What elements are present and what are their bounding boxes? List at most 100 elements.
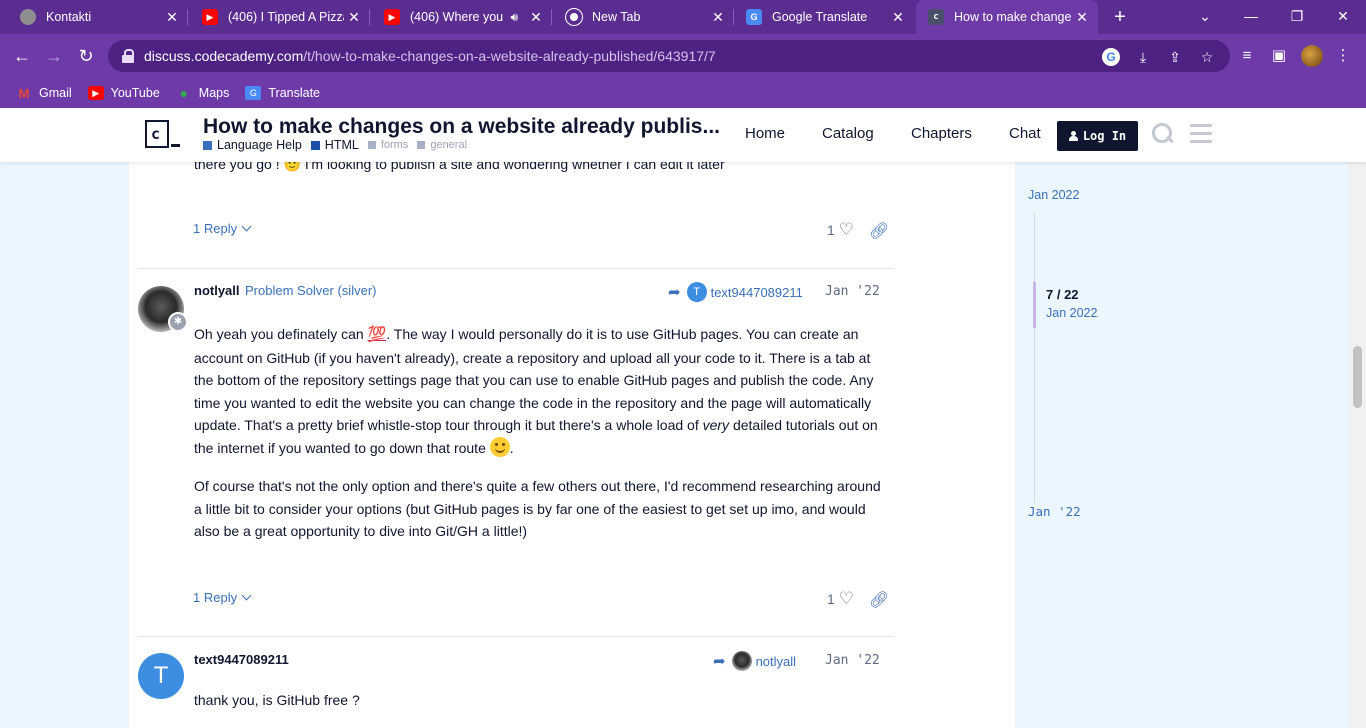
topic-title[interactable]: How to make changes on a website already… (203, 115, 723, 139)
browser-tab[interactable]: New Tab ✕ (554, 0, 734, 34)
close-tab-icon[interactable]: ✕ (708, 9, 728, 26)
reply-arrow-icon: ➦ (713, 653, 726, 670)
bookmark-maps[interactable]: ● Maps (176, 85, 230, 101)
close-tab-icon[interactable]: ✕ (1072, 9, 1092, 26)
like-button[interactable]: 1 ♡ (827, 589, 854, 609)
heart-icon: ♡ (838, 220, 855, 239)
reply-arrow-icon: ➦ (668, 284, 681, 301)
post-body-paragraph: thank you, is GitHub free ? (194, 692, 360, 708)
replies-toggle[interactable]: 1 Reply (193, 221, 252, 236)
youtube-icon: ▶ (202, 9, 218, 25)
google-lens-icon[interactable]: G (1102, 48, 1120, 66)
post-date[interactable]: Jan '22 (825, 284, 880, 299)
forward-button[interactable]: → (42, 44, 66, 68)
reply-to-tab[interactable]: ➦ T text9447089211 (668, 282, 803, 302)
chevron-down-icon (241, 221, 252, 232)
post-body-paragraph: Oh yeah you definately can 💯. The way I … (194, 326, 878, 457)
post-username[interactable]: text9447089211 (194, 652, 289, 667)
bookmark-gmail[interactable]: M Gmail (16, 85, 72, 101)
heart-icon: ♡ (838, 589, 855, 608)
scrollbar-thumb[interactable] (1353, 346, 1362, 408)
restore-button[interactable]: ❐ (1274, 0, 1320, 34)
youtube-icon: ▶ (87, 86, 104, 100)
avatar: T (686, 282, 707, 302)
hamburger-menu-icon[interactable] (1190, 124, 1212, 144)
url-text[interactable]: discuss.codecademy.com/t/how-to-make-cha… (144, 48, 716, 64)
avatar (731, 651, 752, 671)
share-link-icon[interactable]: 🔗︎ (869, 590, 889, 610)
translate-icon: G (245, 86, 262, 100)
audio-playing-icon[interactable]: 🔊︎ (510, 10, 518, 25)
lock-icon[interactable] (122, 49, 134, 63)
media-control-icon[interactable]: ≡ (1237, 46, 1257, 66)
badge-gear-icon: ✱ (168, 312, 188, 332)
site-header: c How to make changes on a website alrea… (0, 108, 1366, 162)
browser-toolbar: ← → ↻ discuss.codecademy.com/t/how-to-ma… (0, 34, 1366, 78)
browser-tab[interactable]: ▶ (406) I Tipped A Pizza ✕ (190, 0, 370, 34)
close-tab-icon[interactable]: ✕ (344, 9, 364, 26)
browser-tab[interactable]: ▶ (406) Where you 🔊︎ ✕ (372, 0, 552, 34)
new-tab-button[interactable]: + (1108, 5, 1132, 29)
login-button[interactable]: Log In (1057, 121, 1138, 151)
timeline-position-date: Jan 2022 (1046, 306, 1098, 320)
back-button[interactable]: ← (10, 44, 34, 68)
codecademy-icon: c (928, 9, 944, 25)
youtube-icon: ▶ (384, 9, 400, 25)
browser-tab[interactable]: G Google Translate ✕ (734, 0, 914, 34)
browser-tab-active[interactable]: c How to make change ✕ (916, 0, 1098, 34)
bookmark-star-icon[interactable]: ☆ (1198, 48, 1216, 66)
category-link[interactable]: Language Help (203, 138, 302, 152)
profile-avatar[interactable] (1301, 45, 1323, 67)
gmail-icon: M (18, 85, 30, 101)
topic-posts-column: there you go ! 🙂 I'm looking to publish … (129, 148, 1015, 728)
nav-home[interactable]: Home (745, 125, 785, 142)
browser-tab[interactable]: Kontakti ✕ (8, 0, 188, 34)
smile-emoji-icon (489, 436, 510, 457)
breadcrumb: Language Help HTML forms general (203, 138, 476, 152)
post-body-paragraph: Of course that's not the only option and… (194, 478, 881, 540)
browser-tabstrip: Kontakti ✕ ▶ (406) I Tipped A Pizza ✕ ▶ … (0, 0, 1366, 34)
codecademy-logo[interactable]: c (145, 120, 181, 150)
close-tab-icon[interactable]: ✕ (888, 9, 908, 26)
close-tab-icon[interactable]: ✕ (162, 9, 182, 26)
address-bar[interactable]: discuss.codecademy.com/t/how-to-make-cha… (108, 40, 1230, 72)
bookmark-youtube[interactable]: ▶ YouTube (87, 86, 160, 100)
translate-icon: G (746, 9, 762, 25)
side-panel-icon[interactable]: ▣ (1269, 46, 1289, 66)
hundred-emoji-icon: 💯 (367, 326, 387, 343)
close-tab-icon[interactable]: ✕ (526, 9, 546, 26)
nav-chat[interactable]: Chat (1009, 125, 1041, 142)
reload-button[interactable]: ↻ (74, 44, 98, 68)
replies-toggle[interactable]: 1 Reply (193, 590, 252, 605)
tab-search-button[interactable]: ⌄ (1182, 0, 1228, 34)
post-date[interactable]: Jan '22 (825, 653, 880, 668)
user-icon (1068, 131, 1078, 141)
page-scrollbar[interactable] (1349, 108, 1366, 728)
subcategory-link[interactable]: HTML (310, 138, 359, 152)
tag-link[interactable]: general (417, 139, 467, 151)
install-icon[interactable]: ⤓ (1134, 48, 1152, 66)
nav-catalog[interactable]: Catalog (822, 125, 874, 142)
nav-chapters[interactable]: Chapters (911, 125, 972, 142)
share-link-icon[interactable]: 🔗︎ (869, 221, 889, 241)
post-divider (138, 636, 895, 637)
close-window-button[interactable]: ✕ (1320, 0, 1366, 34)
bookmark-translate[interactable]: G Translate (245, 86, 320, 100)
chrome-icon (566, 9, 582, 25)
reply-to-tab[interactable]: ➦ notlyall (713, 651, 796, 671)
chrome-menu-icon[interactable]: ⋮ (1333, 46, 1353, 66)
tag-link[interactable]: forms (367, 139, 408, 151)
timeline-track[interactable] (1034, 213, 1035, 503)
post-username[interactable]: notlyall (194, 283, 240, 298)
bookmarks-bar: M Gmail ▶ YouTube ● Maps G Translate (0, 78, 1366, 108)
avatar[interactable]: T (138, 653, 184, 699)
like-button[interactable]: 1 ♡ (827, 220, 854, 240)
timeline-handle[interactable] (1033, 282, 1036, 328)
timeline-start-date[interactable]: Jan 2022 (1028, 188, 1079, 202)
timeline-position: 7 / 22 (1046, 287, 1079, 302)
timeline-end-date[interactable]: Jan '22 (1028, 504, 1081, 519)
maps-icon: ● (179, 85, 189, 101)
minimize-button[interactable]: — (1228, 0, 1274, 34)
share-icon[interactable]: ⇪ (1166, 48, 1184, 66)
search-icon[interactable] (1151, 122, 1175, 146)
